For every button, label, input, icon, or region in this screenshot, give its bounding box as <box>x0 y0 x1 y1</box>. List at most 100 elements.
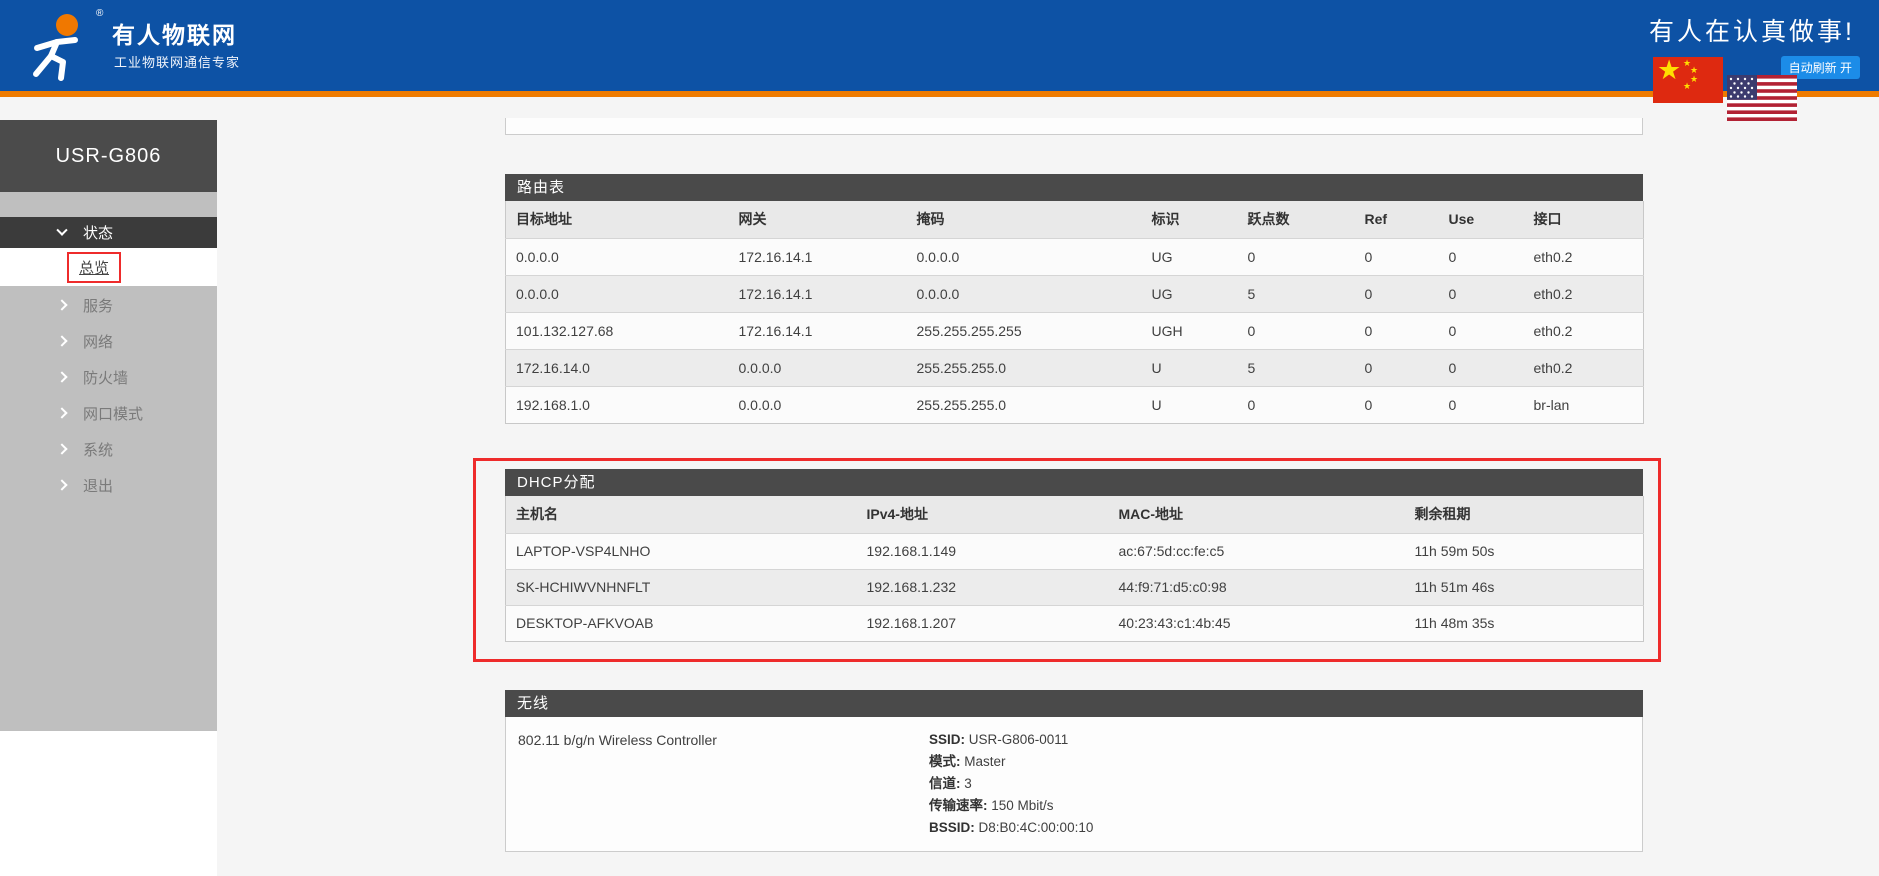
wireless-detail-label: 传输速率: <box>929 798 991 813</box>
table-cell: 44:f9:71:d5:c0:98 <box>1109 569 1405 605</box>
overview-link[interactable]: 总览 <box>79 260 109 277</box>
table-cell: 192.168.1.232 <box>857 569 1109 605</box>
wireless-detail-value: USR-G806-0011 <box>969 732 1069 747</box>
sidebar-item-firewall[interactable]: 防火墙 <box>0 359 217 395</box>
table-cell: 0 <box>1355 386 1439 423</box>
table-cell: DESKTOP-AFKVOAB <box>506 605 857 641</box>
table-cell: 0.0.0.0 <box>506 275 729 312</box>
column-header: 标识 <box>1142 201 1238 238</box>
table-cell: 11h 51m 46s <box>1405 569 1644 605</box>
table-cell: 0 <box>1439 386 1524 423</box>
brand-title: 有人物联网 <box>112 16 237 50</box>
wireless-detail-label: SSID: <box>929 732 969 747</box>
sidebar-item-label: 服务 <box>83 295 113 316</box>
table-cell: 0.0.0.0 <box>506 238 729 275</box>
routing-table-section: 路由表 目标地址网关掩码标识跃点数RefUse接口 0.0.0.0172.16.… <box>505 174 1643 424</box>
table-cell: SK-HCHIWVNHNFLT <box>506 569 857 605</box>
dhcp-table-title: DHCP分配 <box>505 469 1643 496</box>
table-cell: U <box>1142 386 1238 423</box>
table-cell: 0.0.0.0 <box>907 275 1142 312</box>
table-header-row: 主机名IPv4-地址MAC-地址剩余租期 <box>506 496 1644 533</box>
table-row: 192.168.1.00.0.0.0255.255.255.0U000br-la… <box>506 386 1644 423</box>
flag-china-icon[interactable]: ★ ★ ★ ★ ★ <box>1653 57 1723 103</box>
sidebar-item-label: 系统 <box>83 439 113 460</box>
router-admin-page: ® 有人物联网 工业物联网通信专家 有人在认真做事! 自动刷新 开 ★ ★ ★ … <box>0 0 1879 876</box>
table-cell: 172.16.14.0 <box>506 349 729 386</box>
column-header: 掩码 <box>907 201 1142 238</box>
wireless-details: SSID: USR-G806-0011 模式: Master 信道: 3传输速率: … <box>929 729 1093 839</box>
wireless-detail-label: BSSID: <box>929 820 979 835</box>
table-cell: 255.255.255.255 <box>907 312 1142 349</box>
chevron-right-icon <box>56 299 67 310</box>
table-cell: 0 <box>1355 238 1439 275</box>
table-cell: 5 <box>1238 275 1355 312</box>
table-cell: 0.0.0.0 <box>729 386 907 423</box>
wireless-detail-row: 传输速率: 150 Mbit/s <box>929 795 1093 817</box>
table-cell: 0 <box>1439 238 1524 275</box>
chevron-right-icon <box>56 335 67 346</box>
table-cell: U <box>1142 349 1238 386</box>
table-cell: 0 <box>1355 275 1439 312</box>
column-header: 剩余租期 <box>1405 496 1644 533</box>
wireless-detail-value: 3 <box>964 776 972 791</box>
chevron-right-icon <box>56 371 67 382</box>
table-header-row: 目标地址网关掩码标识跃点数RefUse接口 <box>506 201 1644 238</box>
table-cell: 0 <box>1439 349 1524 386</box>
sidebar-item-logout[interactable]: 退出 <box>0 467 217 503</box>
sidebar-item-status[interactable]: 状态 <box>0 217 217 248</box>
table-row: LAPTOP-VSP4LNHO192.168.1.149ac:67:5d:cc:… <box>506 533 1644 569</box>
table-cell: 255.255.255.0 <box>907 386 1142 423</box>
table-row: DESKTOP-AFKVOAB192.168.1.20740:23:43:c1:… <box>506 605 1644 641</box>
sidebar-item-services[interactable]: 服务 <box>0 287 217 323</box>
column-header: Use <box>1439 201 1524 238</box>
wireless-section: 无线 802.11 b/g/n Wireless Controller SSID… <box>505 690 1643 852</box>
wireless-detail-value: D8:B0:4C:00:00:10 <box>979 820 1094 835</box>
table-cell: 0.0.0.0 <box>729 349 907 386</box>
sidebar-item-label: 网络 <box>83 331 113 352</box>
sidebar-menu: 服务 网络 防火墙 网口模式 系统 退出 <box>0 287 217 503</box>
table-row: 172.16.14.00.0.0.0255.255.255.0U500eth0.… <box>506 349 1644 386</box>
table-cell: eth0.2 <box>1524 238 1644 275</box>
table-cell: 0 <box>1439 312 1524 349</box>
brand-subtitle: 工业物联网通信专家 <box>114 52 240 71</box>
column-header: 主机名 <box>506 496 857 533</box>
chevron-right-icon <box>56 407 67 418</box>
table-cell: 101.132.127.68 <box>506 312 729 349</box>
column-header: MAC-地址 <box>1109 496 1405 533</box>
wireless-detail-value: Master <box>964 754 1005 769</box>
slogan-text: 有人在认真做事! <box>1649 12 1855 48</box>
table-cell: eth0.2 <box>1524 312 1644 349</box>
table-cell: 172.16.14.1 <box>729 238 907 275</box>
chevron-right-icon <box>56 479 67 490</box>
table-row: 0.0.0.0172.16.14.10.0.0.0UG000eth0.2 <box>506 238 1644 275</box>
table-cell: 0 <box>1238 312 1355 349</box>
wireless-detail-row: 信道: 3 <box>929 773 1093 795</box>
table-cell: 0 <box>1439 275 1524 312</box>
table-cell: 11h 48m 35s <box>1405 605 1644 641</box>
wireless-title: 无线 <box>505 690 1643 717</box>
sidebar-item-system[interactable]: 系统 <box>0 431 217 467</box>
column-header: Ref <box>1355 201 1439 238</box>
table-cell: 255.255.255.0 <box>907 349 1142 386</box>
table-cell: 192.168.1.149 <box>857 533 1109 569</box>
table-cell: 172.16.14.1 <box>729 275 907 312</box>
table-cell: LAPTOP-VSP4LNHO <box>506 533 857 569</box>
table-cell: 172.16.14.1 <box>729 312 907 349</box>
sidebar-item-label: 状态 <box>83 222 113 243</box>
top-header: ® 有人物联网 工业物联网通信专家 有人在认真做事! 自动刷新 开 <box>0 0 1879 97</box>
column-header: IPv4-地址 <box>857 496 1109 533</box>
active-item-highlight-box: 总览 <box>67 252 121 283</box>
wireless-detail-label: 模式: <box>929 754 964 769</box>
column-header: 接口 <box>1524 201 1644 238</box>
sidebar-item-network[interactable]: 网络 <box>0 323 217 359</box>
sidebar-item-port-mode[interactable]: 网口模式 <box>0 395 217 431</box>
table-cell: 40:23:43:c1:4b:45 <box>1109 605 1405 641</box>
table-row: 0.0.0.0172.16.14.10.0.0.0UG500eth0.2 <box>506 275 1644 312</box>
sidebar-item-overview[interactable]: 总览 <box>0 248 217 286</box>
table-cell: UG <box>1142 275 1238 312</box>
wireless-detail-row: BSSID: D8:B0:4C:00:00:10 <box>929 817 1093 839</box>
flag-usa-icon[interactable] <box>1727 75 1797 121</box>
table-cell: ac:67:5d:cc:fe:c5 <box>1109 533 1405 569</box>
column-header: 目标地址 <box>506 201 729 238</box>
column-header: 跃点数 <box>1238 201 1355 238</box>
